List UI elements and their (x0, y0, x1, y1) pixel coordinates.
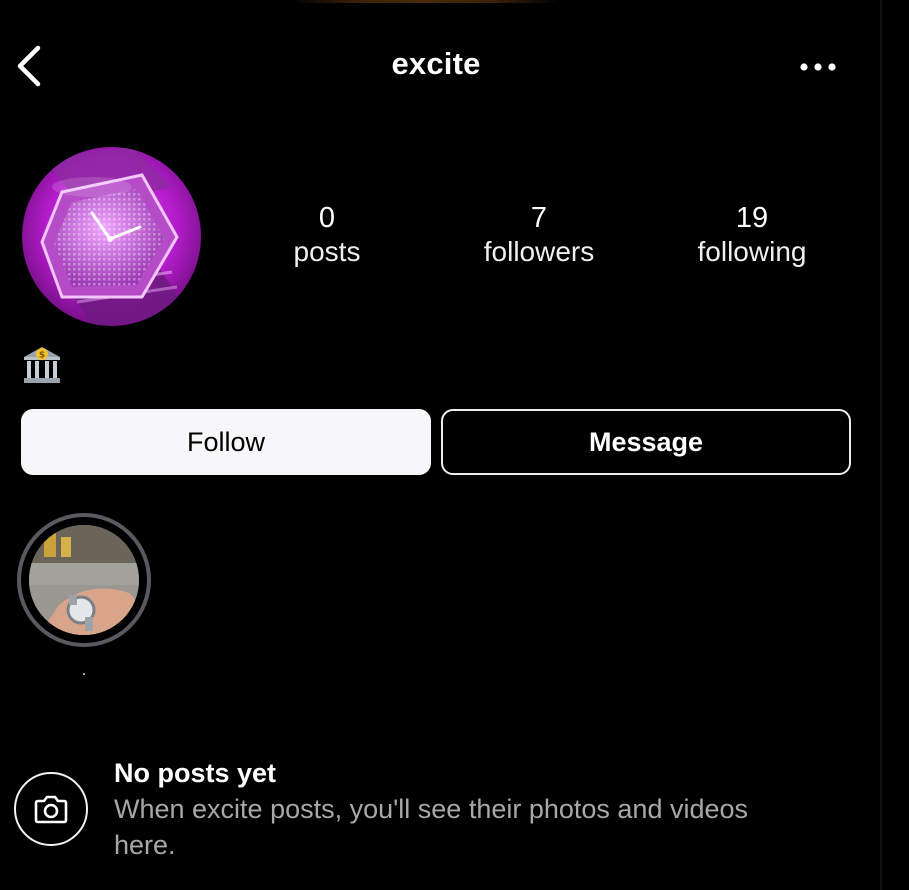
highlight-cover (29, 525, 139, 635)
follow-button[interactable]: Follow (21, 409, 431, 475)
chevron-left-icon (17, 45, 41, 87)
bio-emoji: $ (22, 345, 62, 385)
highlight-cover-image (29, 525, 139, 635)
camera-circle (14, 772, 88, 846)
followers-label: followers (483, 236, 595, 267)
highlight-label: . (81, 662, 87, 679)
message-button[interactable]: Message (441, 409, 851, 475)
following-label: following (697, 236, 807, 267)
page-title: excite (391, 46, 481, 81)
empty-state-description: When excite posts, you'll see their phot… (114, 794, 749, 860)
followers-stat[interactable]: 7 followers (459, 201, 619, 269)
posts-label: posts (293, 236, 361, 267)
profile-avatar[interactable] (22, 147, 201, 326)
empty-state-title: No posts yet (114, 758, 277, 788)
followers-count: 7 (530, 202, 548, 234)
watch-avatar-image (22, 147, 201, 326)
top-notch-glow (290, 0, 560, 3)
more-horizontal-icon (800, 63, 836, 71)
story-highlight[interactable] (17, 513, 151, 647)
screen-edge-divider (880, 0, 882, 890)
posts-count: 0 (318, 202, 336, 234)
camera-icon (34, 795, 68, 824)
bank-icon: $ (24, 347, 60, 383)
posts-stat: 0 posts (247, 201, 407, 269)
following-count: 19 (735, 202, 769, 234)
following-stat[interactable]: 19 following (672, 201, 832, 269)
svg-text:$: $ (39, 351, 45, 361)
back-button[interactable] (12, 44, 52, 88)
more-options-button[interactable] (796, 52, 840, 82)
